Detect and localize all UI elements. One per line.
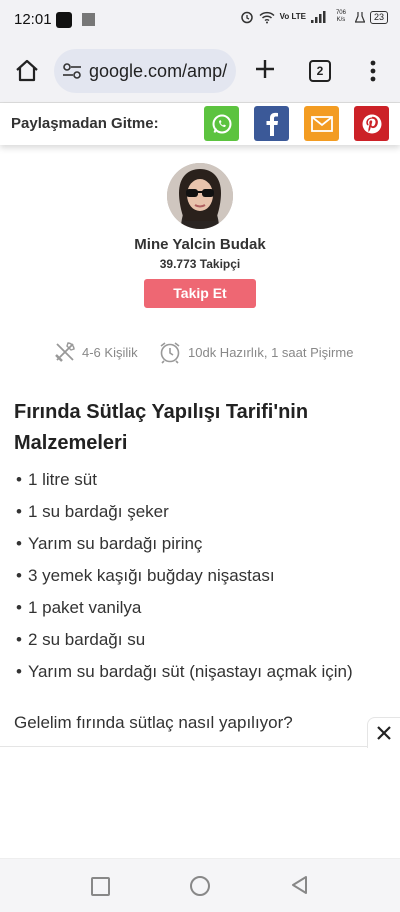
home-button[interactable] [190,876,210,896]
share-bar: Paylaşmadan Gitme: [0,103,400,145]
recent-apps-button[interactable] [91,877,110,896]
author-avatar[interactable] [167,163,233,229]
time-text: 10dk Hazırlık, 1 saat Pişirme [188,344,354,360]
ingredient-item: 2 su bardağı su [16,624,353,656]
flask-icon [354,12,365,23]
follower-count: 39.773 Takipçi [159,257,241,271]
status-indicators: Vo LTE 706 K/s 23 [240,10,388,24]
volte-indicator: Vo LTE [279,12,306,21]
ingredient-item: 1 litre süt [16,464,353,496]
wifi-icon [259,11,275,23]
system-nav-bar [0,858,400,912]
author-name[interactable]: Mine Yalcin Budak [0,236,400,253]
ingredient-item: Yarım su bardağı pirinç [16,528,353,560]
app-notification-icon-2 [82,13,95,26]
site-settings-icon[interactable] [62,62,82,80]
browser-toolbar: google.com/amp/ 2 [0,40,400,103]
facebook-icon [266,112,278,136]
app-notification-icon [56,12,72,28]
facebook-share-button[interactable] [254,106,289,141]
cutlery-icon [55,342,75,362]
time-info: 10dk Hazırlık, 1 saat Pişirme [158,338,353,366]
pinterest-icon [362,114,381,133]
follow-button[interactable]: Takip Et [144,279,256,308]
ingredient-item: 1 paket vanilya [16,592,353,624]
servings-text: 4-6 Kişilik [82,344,138,360]
intro-text: Gelelim fırında sütlaç nasıl yapılıyor? [14,713,293,732]
signal-icon [310,11,326,23]
avatar-image [167,163,233,229]
mail-icon [310,115,333,132]
ad-container [0,746,400,859]
home-icon[interactable] [14,58,40,84]
ingredient-item: Yarım su bardağı süt (nişastayı açmak iç… [16,656,353,688]
more-menu-icon[interactable] [365,58,381,84]
whatsapp-share-button[interactable] [204,106,239,141]
close-ad-button[interactable] [367,717,400,748]
servings-info: 4-6 Kişilik [54,338,138,366]
pinterest-share-button[interactable] [354,106,389,141]
mail-share-button[interactable] [304,106,339,141]
share-label: Paylaşmadan Gitme: [11,115,159,132]
status-time: 12:01 [14,11,52,28]
alarm-clock-icon [160,342,180,364]
status-bar: 12:01 Vo LTE 706 K/s 23 [0,0,400,40]
url-text[interactable]: google.com/amp/ [89,61,229,82]
ingredient-list: 1 litre süt 1 su bardağı şeker Yarım su … [16,464,353,688]
tab-switcher-button[interactable]: 2 [309,60,331,82]
address-bar[interactable]: google.com/amp/ [54,49,236,93]
battery-indicator: 23 [369,10,388,24]
ingredient-item: 3 yemek kaşığı buğday nişastası [16,560,353,592]
network-speed: 706 K/s [335,10,346,23]
new-tab-icon[interactable] [252,56,278,82]
back-icon[interactable] [290,875,310,895]
close-icon [377,726,391,740]
whatsapp-icon [212,114,231,133]
ingredient-item: 1 su bardağı şeker [16,496,353,528]
ingredients-heading: Fırında Sütlaç Yapılışı Tarifi'nin Malze… [14,401,309,454]
alarm-icon [240,11,253,24]
